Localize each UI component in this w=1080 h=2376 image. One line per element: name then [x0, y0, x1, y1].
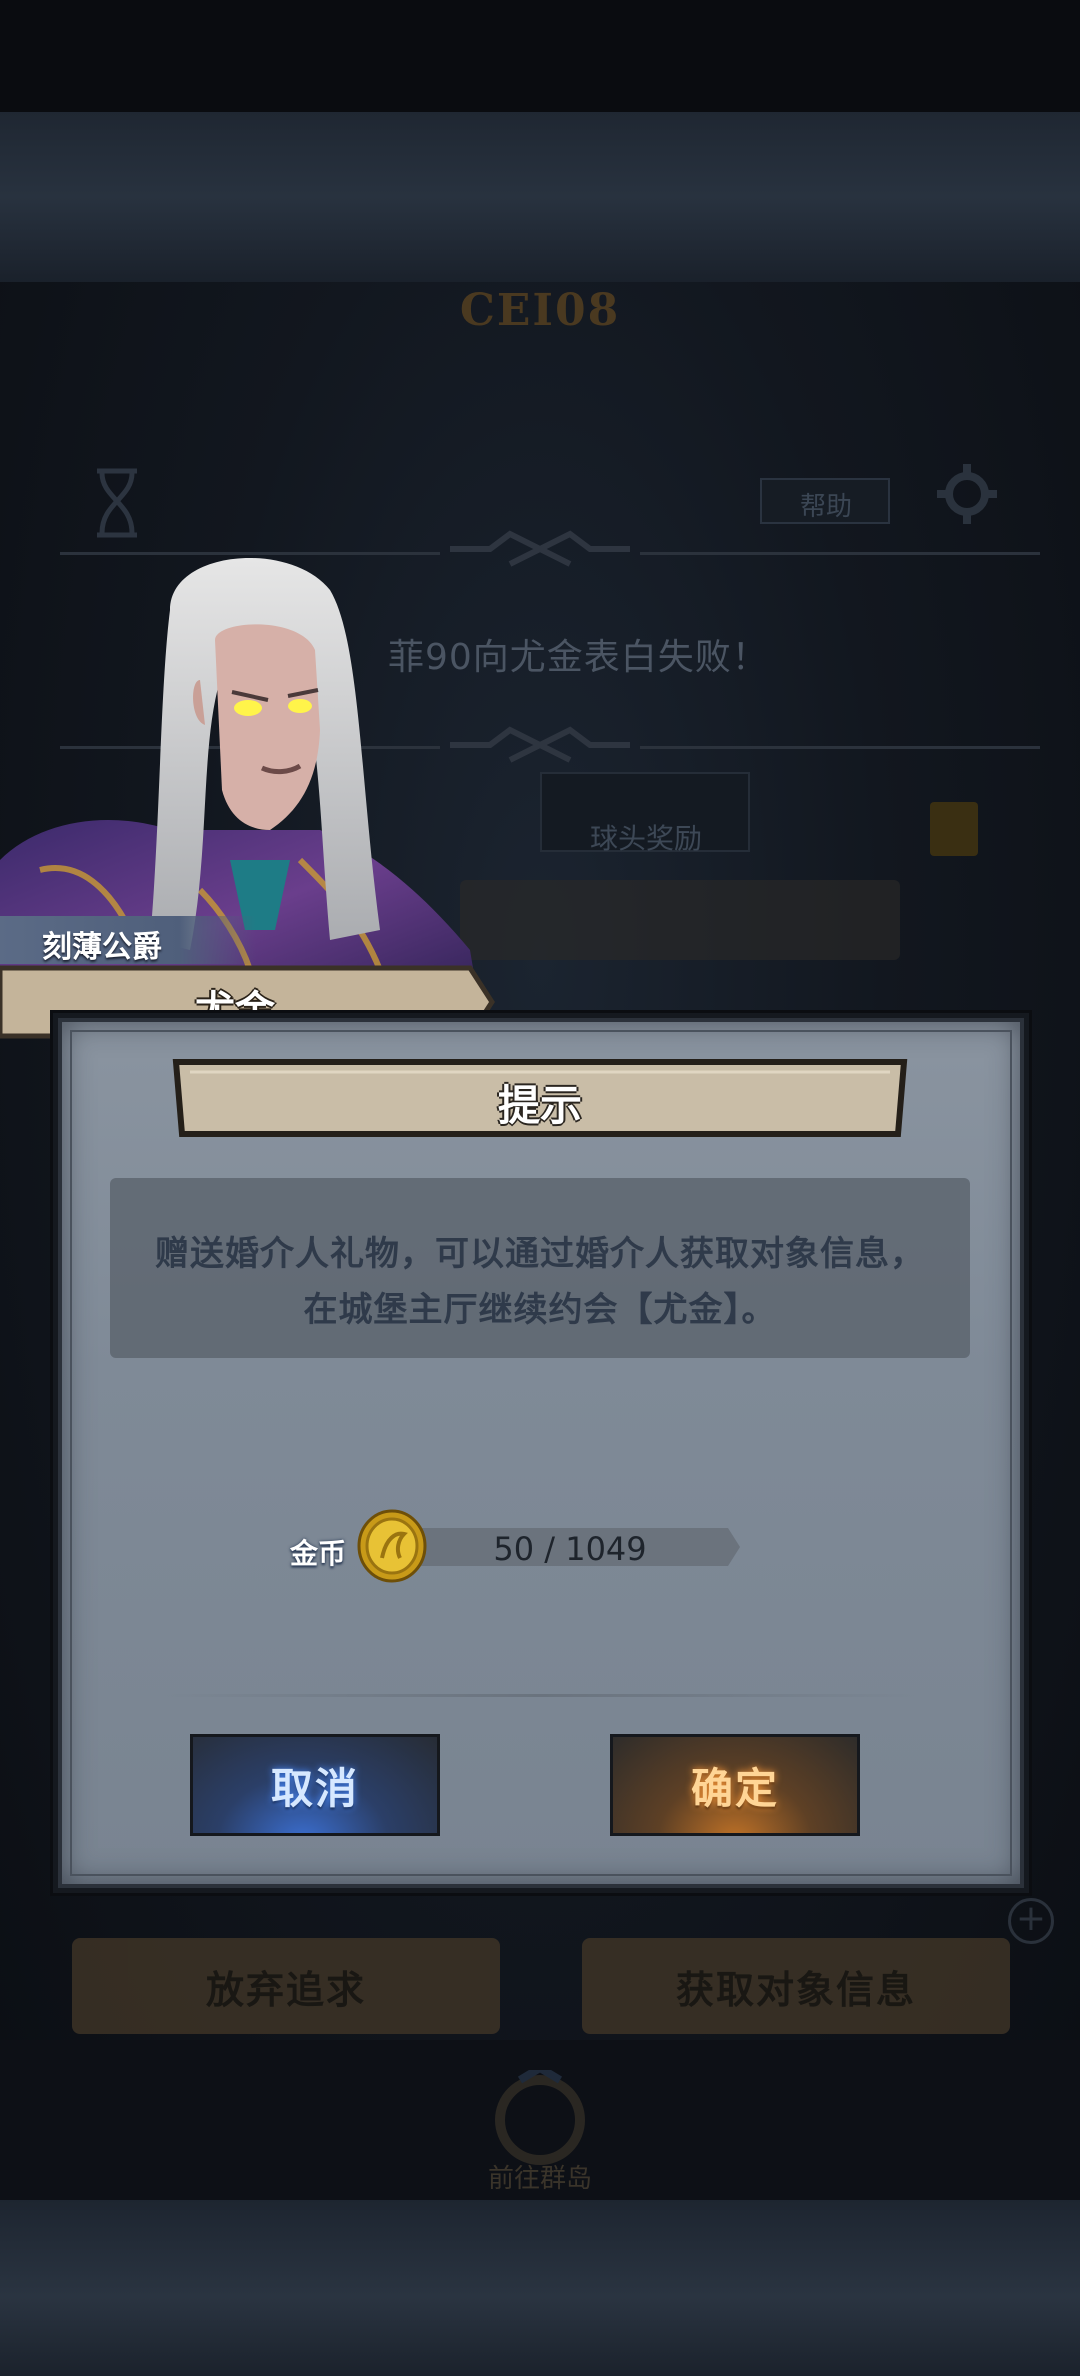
background-panel-label: 球头奖励: [590, 822, 703, 855]
cancel-button-label: 取消: [270, 1763, 359, 1813]
dialog-message-line-1: 赠送婚介人礼物，可以通过婚介人获取对象信息，: [155, 1234, 925, 1274]
hourglass-icon: [97, 468, 137, 538]
ornament-line-right: [640, 552, 1040, 555]
background-chip: [930, 802, 978, 856]
background-give-up-button: 放弃追求: [72, 1938, 500, 2034]
dialog-title: 提示: [497, 1081, 582, 1130]
background-title: CEI08: [459, 285, 621, 336]
gold-coin-icon: [357, 1509, 427, 1583]
background-scroll: [460, 880, 900, 960]
background-get-info-button: 获取对象信息: [582, 1938, 1010, 2034]
confirm-button-label: 确定: [690, 1763, 779, 1813]
background-give-up-label: 放弃追求: [205, 1967, 366, 2012]
dialog-message-line-2: 在城堡主厅继续约会【尤金】。: [303, 1290, 777, 1330]
ornament-line-right-2: [640, 746, 1040, 749]
dialog-divider: [160, 1694, 920, 1697]
background-tag-text: 帮助: [800, 492, 853, 522]
confirm-button[interactable]: 确定: [610, 1734, 860, 1836]
top-header-band: [0, 112, 1080, 282]
cancel-button[interactable]: 取消: [190, 1734, 440, 1836]
top-black-strip: [0, 0, 1080, 112]
currency-label: 金币: [290, 1537, 347, 1570]
plus-icon: +: [1008, 1898, 1054, 1944]
background-goto-label: 前往群岛: [487, 2164, 592, 2194]
character-title: 刻薄公爵: [42, 930, 162, 965]
background-get-info-label: 获取对象信息: [675, 1967, 916, 2012]
currency-value: 50 / 1049: [493, 1530, 647, 1568]
gear-icon: [937, 464, 997, 524]
bottom-band: [0, 2200, 1080, 2376]
